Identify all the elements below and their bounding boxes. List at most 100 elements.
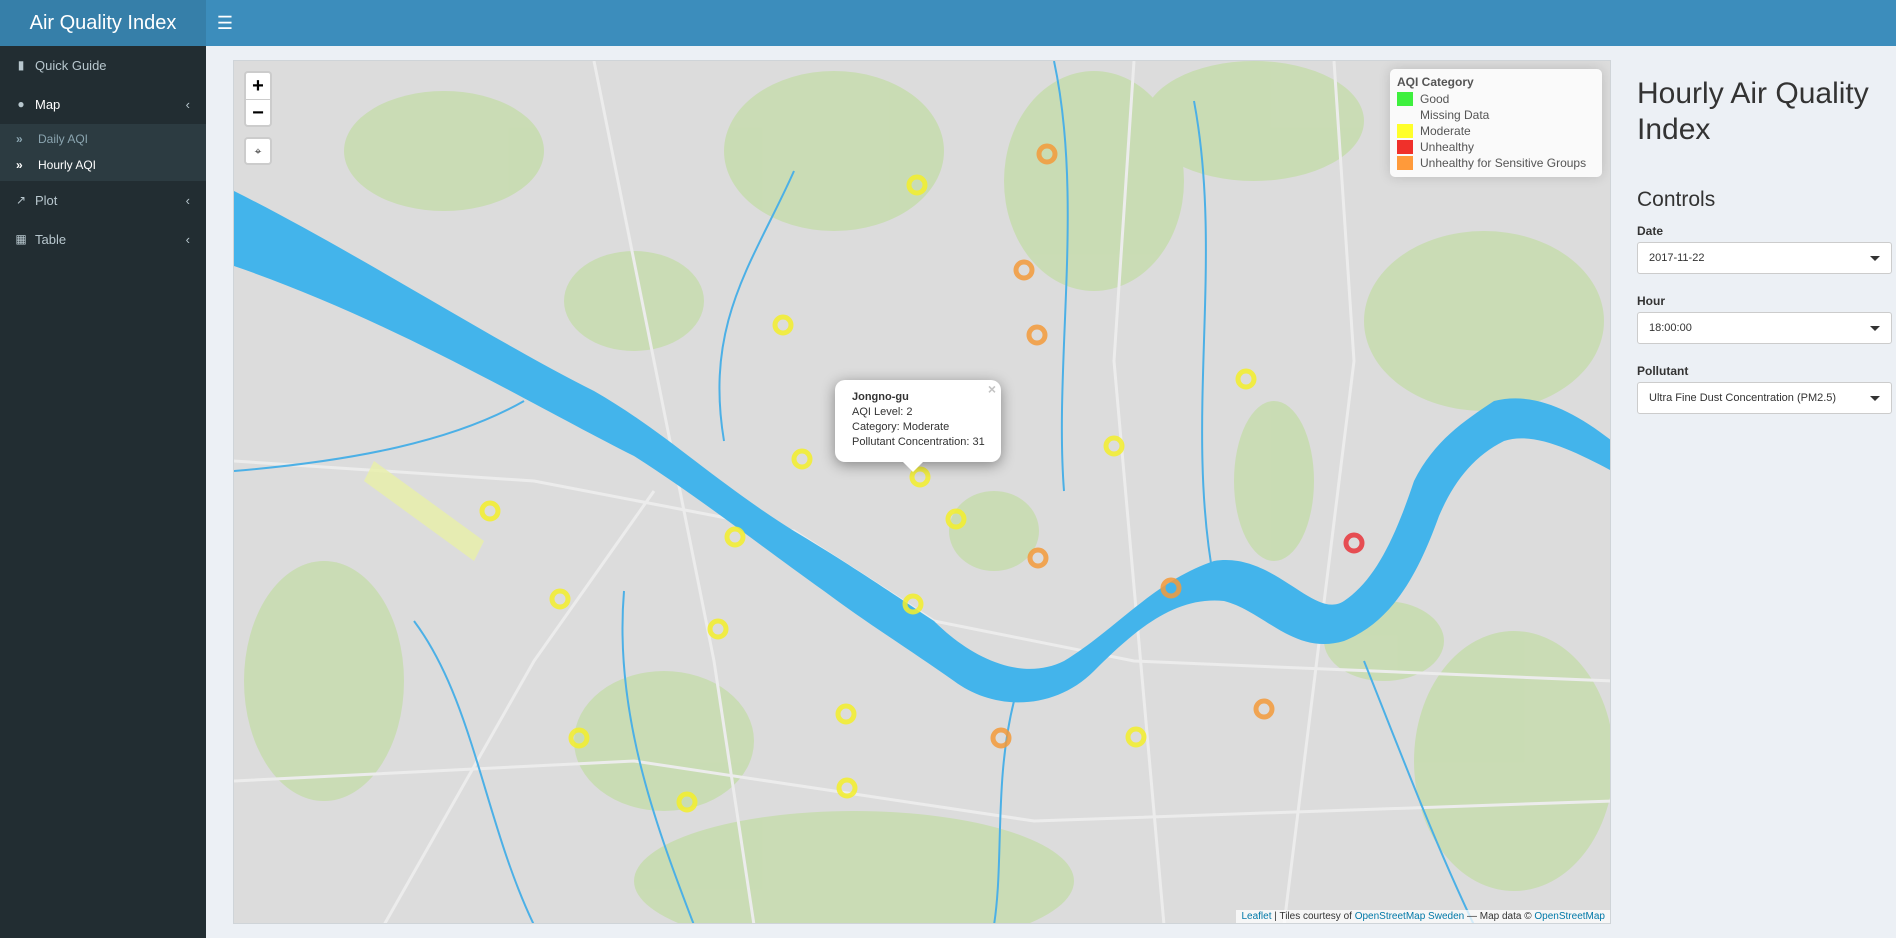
station-marker[interactable] [1103,435,1125,457]
attribution-text: — Map data © [1464,911,1535,922]
double-chevron-right-icon: » [16,158,23,172]
top-navbar: Air Quality Index ☰ [0,0,1896,46]
hour-value: 18:00:00 [1649,322,1692,334]
station-marker[interactable] [990,727,1012,749]
station-marker[interactable] [1235,368,1257,390]
zoom-out-button[interactable]: − [246,99,270,125]
date-label: Date [1637,224,1664,238]
sidebar-item-table[interactable]: ▦ Table ‹ [0,220,206,259]
legend-swatch [1397,156,1413,170]
sidebar-item-label: Map [35,97,61,112]
station-marker[interactable] [568,727,590,749]
osm-link[interactable]: OpenStreetMap [1534,911,1605,922]
date-select[interactable]: 2017-11-22 [1637,242,1892,274]
popup-category: Category: Moderate [852,421,950,433]
station-popup: × Jongno-gu AQI Level: 2 Category: Moder… [835,380,1001,472]
station-marker[interactable] [707,618,729,640]
popup-aqi-level: AQI Level: 2 [852,406,913,418]
map-attribution: Leaflet | Tiles courtesy of OpenStreetMa… [1236,910,1610,923]
station-marker[interactable] [902,593,924,615]
legend-label: Unhealthy for Sensitive Groups [1420,156,1587,170]
chevron-left-icon: ‹ [185,232,190,247]
legend-label: Good [1420,92,1450,106]
zoom-in-button[interactable]: + [246,73,270,99]
legend-item-moderate: Moderate [1397,123,1595,139]
leaflet-link[interactable]: Leaflet [1241,911,1271,922]
legend-item-unhealthy: Unhealthy [1397,139,1595,155]
pollutant-value: Ultra Fine Dust Concentration (PM2.5) [1649,392,1837,404]
hour-label: Hour [1637,294,1665,308]
aqi-legend: AQI Category Good Missing Data Moderate … [1390,69,1602,177]
fullscreen-icon[interactable]: ⌖ [244,137,272,165]
legend-swatch [1397,124,1413,138]
legend-title: AQI Category [1397,75,1474,89]
pollutant-label: Pollutant [1637,364,1689,378]
line-chart-icon: ↗ [15,193,27,207]
station-marker[interactable] [791,448,813,470]
station-markers [479,143,1365,813]
station-marker[interactable] [1027,547,1049,569]
legend-label: Missing Data [1420,108,1490,122]
map-submenu: » Daily AQI » Hourly AQI [0,124,206,181]
legend-label: Moderate [1420,124,1471,138]
caret-down-icon [1870,396,1880,401]
control-panel: Hourly Air Quality Index Controls Date 2… [1637,60,1892,434]
sidebar-item-plot[interactable]: ↗ Plot ‹ [0,181,206,220]
attribution-text: | Tiles courtesy of [1271,911,1355,922]
legend-swatch [1397,92,1413,106]
sidebar-item-label: Table [35,232,67,247]
book-icon: ▮ [17,58,25,72]
sidebar-item-label: Daily AQI [38,132,89,146]
station-marker[interactable] [1036,143,1058,165]
map-pin-icon: ● [17,97,25,111]
app-title: Air Quality Index [0,0,206,46]
double-chevron-right-icon: » [16,132,23,146]
station-marker[interactable] [906,174,928,196]
popup-tip [903,462,923,472]
station-marker[interactable] [1013,259,1035,281]
station-marker[interactable] [549,588,571,610]
station-marker[interactable] [479,500,501,522]
station-marker[interactable] [945,508,967,530]
legend-item-good: Good [1397,91,1595,107]
sidebar-item-label: Quick Guide [35,58,107,73]
station-marker[interactable] [1160,577,1182,599]
station-marker[interactable] [836,777,858,799]
sidebar-item-quick-guide[interactable]: ▮ Quick Guide [0,46,206,85]
caret-down-icon [1870,256,1880,261]
close-icon[interactable]: × [988,382,996,397]
station-marker[interactable] [1026,324,1048,346]
station-marker[interactable] [1125,726,1147,748]
osm-sweden-link[interactable]: OpenStreetMap Sweden [1355,911,1465,922]
legend-item-missing: Missing Data [1397,107,1595,123]
zoom-control: + − [244,71,272,127]
hamburger-icon[interactable]: ☰ [206,0,244,46]
sidebar-item-label: Plot [35,193,58,208]
hour-select[interactable]: 18:00:00 [1637,312,1892,344]
caret-down-icon [1870,326,1880,331]
station-marker[interactable] [1343,532,1365,554]
aqi-map[interactable]: + − ⌖ AQI Category Good Missing Data Mod… [233,60,1611,924]
popup-concentration: Pollutant Concentration: 31 [852,436,985,448]
station-marker[interactable] [772,314,794,336]
sidebar-item-daily-aqi[interactable]: » Daily AQI [0,126,206,152]
station-marker[interactable] [1253,698,1275,720]
chevron-left-icon: ‹ [185,193,190,208]
date-value: 2017-11-22 [1649,252,1705,264]
page-title: Hourly Air Quality Index [1637,77,1869,146]
sidebar-item-hourly-aqi[interactable]: » Hourly AQI [0,152,206,178]
legend-item-sensitive: Unhealthy for Sensitive Groups [1397,155,1595,171]
table-icon: ▦ [15,232,27,246]
legend-swatch [1397,140,1413,154]
legend-swatch [1397,108,1413,122]
station-marker[interactable] [676,791,698,813]
popup-station-name: Jongno-gu [852,391,909,403]
station-marker[interactable] [724,526,746,548]
legend-label: Unhealthy [1420,140,1475,154]
station-marker[interactable] [835,703,857,725]
chevron-left-icon: ‹ [185,97,190,112]
sidebar-item-label: Hourly AQI [38,158,97,172]
pollutant-select[interactable]: Ultra Fine Dust Concentration (PM2.5) [1637,382,1892,414]
sidebar-item-map[interactable]: ● Map ‹ [0,85,206,124]
sidebar: ▮ Quick Guide ● Map ‹ » Daily AQI » Hour… [0,46,206,938]
